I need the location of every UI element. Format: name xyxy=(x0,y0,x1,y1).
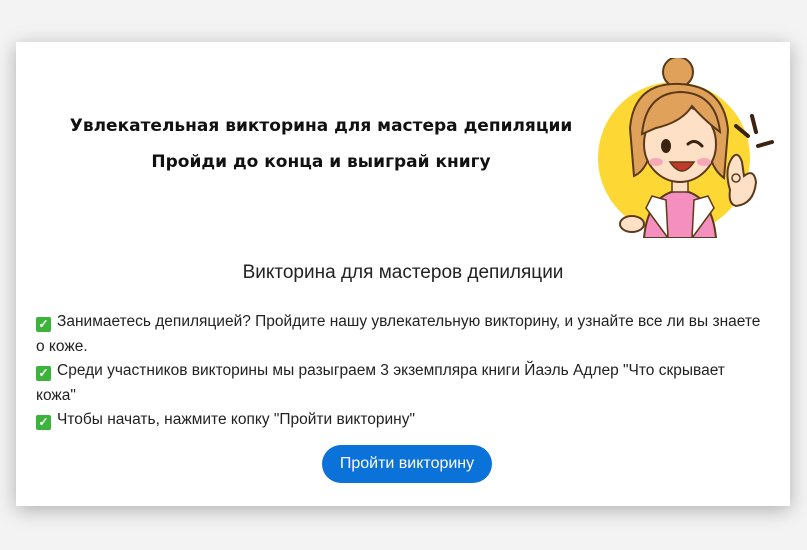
list-item-text: Чтобы начать, нажмите копку "Пройти викт… xyxy=(57,411,415,428)
quiz-card: Увлекательная викторина для мастера депи… xyxy=(16,42,790,506)
list-item: ✓ Занимаетесь депиляцией? Пройдите нашу у… xyxy=(36,310,766,359)
list-item-text: Среди участников викторины мы разыграем … xyxy=(36,362,725,404)
list-item: ✓ Среди участников викторины мы разыграем… xyxy=(36,359,766,408)
quiz-title: Викторина для мастеров депиляции xyxy=(242,262,564,283)
start-quiz-button[interactable]: Пройти викторину xyxy=(322,445,492,483)
list-item-text: Занимаетесь депиляцией? Пройдите нашу ув… xyxy=(36,313,761,355)
girl-ok-gesture-illustration xyxy=(598,58,774,238)
check-mark-icon: ✓ xyxy=(36,366,51,381)
page-title: Увлекательная викторина для мастера депи… xyxy=(69,116,573,136)
check-mark-icon: ✓ xyxy=(36,415,51,430)
list-item: ✓ Чтобы начать, нажмите копку "Пройти вик… xyxy=(36,408,766,433)
quiz-description: ✓ Занимаетесь депиляцией? Пройдите нашу у… xyxy=(36,310,766,433)
page-subtitle: Пройди до конца и выиграй книгу xyxy=(151,152,491,172)
check-mark-icon: ✓ xyxy=(36,317,51,332)
